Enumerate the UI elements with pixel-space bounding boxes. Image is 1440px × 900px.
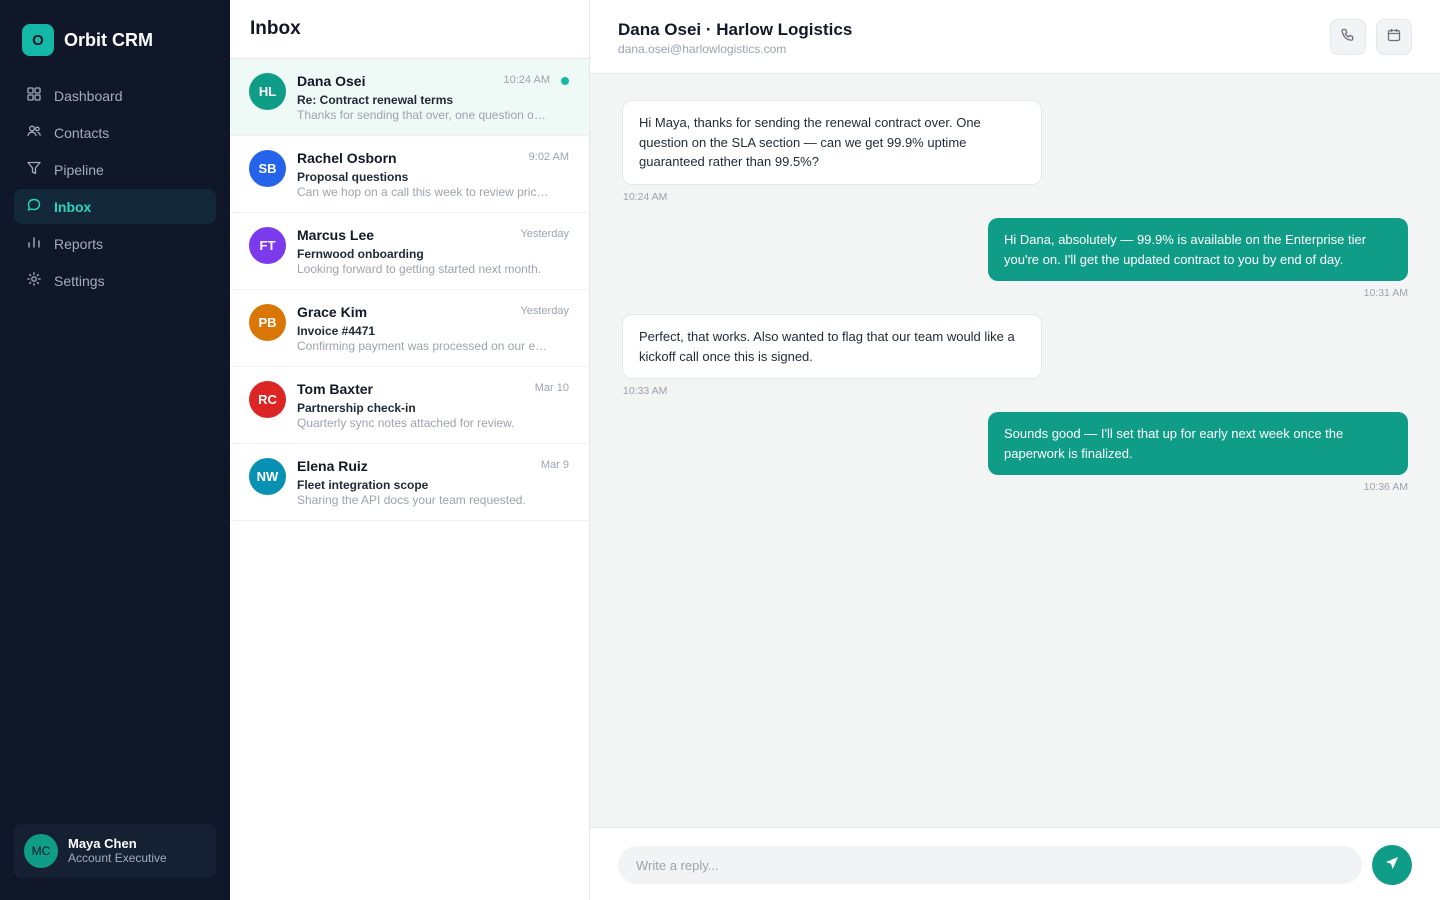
chat-header: Dana Osei · Harlow Logistics dana.osei@h… bbox=[590, 0, 1440, 74]
inbox-header: Inbox bbox=[230, 0, 589, 59]
conversation-item[interactable]: NW Elena Ruiz Mar 9 Fleet integration sc… bbox=[230, 444, 589, 521]
user-info: Maya Chen Account Executive bbox=[68, 836, 167, 866]
sidebar: O Orbit CRM Dashboard Contacts Pipeline … bbox=[0, 0, 230, 900]
phone-icon bbox=[1340, 27, 1356, 48]
sidebar-item-label: Contacts bbox=[54, 124, 110, 141]
conversation-time: Yesterday bbox=[520, 305, 569, 317]
chat-title: Dana Osei · Harlow Logistics bbox=[618, 20, 853, 39]
conversation-item[interactable]: FT Marcus Lee Yesterday Fernwood onboard… bbox=[230, 213, 589, 290]
conversation-preview: Can we hop on a call this week to review… bbox=[297, 185, 549, 199]
avatar: HL bbox=[249, 73, 286, 110]
conversation-item[interactable]: RC Tom Baxter Mar 10 Partnership check-i… bbox=[230, 367, 589, 444]
page-title: Inbox bbox=[250, 18, 301, 39]
sidebar-item-reports[interactable]: Reports bbox=[14, 226, 216, 261]
conversation-item[interactable]: PB Grace Kim Yesterday Invoice #4471 Con… bbox=[230, 290, 589, 367]
message-time: 10:31 AM bbox=[1363, 287, 1408, 299]
users-icon bbox=[26, 123, 42, 142]
send-button[interactable] bbox=[1372, 845, 1412, 885]
avatar: SB bbox=[249, 150, 286, 187]
call-button[interactable] bbox=[1330, 19, 1366, 55]
unread-indicator bbox=[561, 77, 569, 85]
funnel-icon bbox=[26, 160, 42, 179]
sidebar-item-label: Dashboard bbox=[54, 87, 123, 104]
message-time: 10:33 AM bbox=[623, 385, 668, 397]
sidebar-item-dashboard[interactable]: Dashboard bbox=[14, 78, 216, 113]
avatar: MC bbox=[24, 834, 58, 868]
sidebar-item-contacts[interactable]: Contacts bbox=[14, 115, 216, 150]
sidebar-item-pipeline[interactable]: Pipeline bbox=[14, 152, 216, 187]
conversation-item[interactable]: HL Dana Osei 10:24 AM Re: Contract renew… bbox=[230, 59, 589, 136]
conversation-name: Elena Ruiz bbox=[297, 458, 368, 474]
reply-input[interactable] bbox=[618, 846, 1362, 884]
sidebar-nav: Dashboard Contacts Pipeline Inbox Report… bbox=[14, 78, 216, 300]
user-name: Maya Chen bbox=[68, 836, 137, 851]
sidebar-item-label: Settings bbox=[54, 272, 105, 289]
conversation-preview: Confirming payment was processed on our … bbox=[297, 339, 549, 353]
grid-icon bbox=[26, 86, 42, 105]
message-bubble-incoming: Hi Maya, thanks for sending the renewal … bbox=[622, 100, 1042, 185]
avatar: PB bbox=[249, 304, 286, 341]
user-card[interactable]: MC Maya Chen Account Executive bbox=[14, 824, 216, 878]
avatar: FT bbox=[249, 227, 286, 264]
contact-email[interactable]: dana.osei@harlowlogistics.com bbox=[618, 42, 786, 56]
brand-logo: O bbox=[22, 24, 54, 56]
conversation-subject: Re: Contract renewal terms bbox=[297, 93, 454, 107]
conversation-preview: Looking forward to getting started next … bbox=[297, 262, 542, 276]
conversation-list-panel: Inbox HL Dana Osei 10:24 AM Re: Contract… bbox=[230, 0, 590, 900]
sidebar-item-label: Reports bbox=[54, 235, 104, 252]
conversation-time: 9:02 AM bbox=[528, 151, 569, 163]
conversation-preview: Quarterly sync notes attached for review… bbox=[297, 416, 515, 430]
conversation-time: 10:24 AM bbox=[503, 74, 550, 86]
sidebar-item-label: Inbox bbox=[54, 198, 92, 215]
conversation-name: Dana Osei bbox=[297, 73, 366, 89]
sidebar-item-inbox[interactable]: Inbox bbox=[14, 189, 216, 224]
conversation-time: Mar 9 bbox=[540, 459, 569, 471]
gear-icon bbox=[26, 271, 42, 290]
conversation-subject: Proposal questions bbox=[297, 170, 409, 184]
reply-composer bbox=[590, 827, 1440, 900]
conversation-name: Tom Baxter bbox=[297, 381, 373, 397]
avatar: NW bbox=[249, 458, 286, 495]
conversation-subject: Partnership check-in bbox=[297, 401, 416, 415]
calendar-icon bbox=[1386, 27, 1402, 48]
conversation-time: Yesterday bbox=[520, 228, 569, 240]
bar-chart-icon bbox=[26, 234, 42, 253]
conversation-name: Grace Kim bbox=[297, 304, 368, 320]
chat-bubble-icon bbox=[26, 197, 42, 216]
sidebar-item-label: Pipeline bbox=[54, 161, 104, 178]
conversation-name: Marcus Lee bbox=[297, 227, 375, 243]
conversation-subject: Invoice #4471 bbox=[297, 324, 376, 338]
sidebar-item-settings[interactable]: Settings bbox=[14, 263, 216, 298]
conversation-name: Rachel Osborn bbox=[297, 150, 397, 166]
message-bubble-outgoing: Sounds good — I'll set that up for early… bbox=[988, 412, 1408, 475]
schedule-button[interactable] bbox=[1376, 19, 1412, 55]
message-time: 10:36 AM bbox=[1363, 481, 1408, 493]
avatar: RC bbox=[249, 381, 286, 418]
message-time: 10:24 AM bbox=[623, 191, 668, 203]
conversation-subject: Fernwood onboarding bbox=[297, 247, 424, 261]
chat-panel: Dana Osei · Harlow Logistics dana.osei@h… bbox=[590, 0, 1440, 900]
conversation-item[interactable]: SB Rachel Osborn 9:02 AM Proposal questi… bbox=[230, 136, 589, 213]
conversation-time: Mar 10 bbox=[534, 382, 569, 394]
conversation-subject: Fleet integration scope bbox=[297, 478, 429, 492]
conversation-preview: Thanks for sending that over, one questi… bbox=[297, 108, 549, 122]
user-role: Account Executive bbox=[68, 851, 167, 865]
app-name: Orbit CRM bbox=[64, 29, 153, 50]
brand[interactable]: O Orbit CRM bbox=[22, 24, 153, 56]
message-bubble-incoming: Perfect, that works. Also wanted to flag… bbox=[622, 314, 1042, 379]
message-bubble-outgoing: Hi Dana, absolutely — 99.9% is available… bbox=[988, 218, 1408, 281]
conversation-preview: Sharing the API docs your team requested… bbox=[297, 493, 526, 507]
send-icon bbox=[1385, 856, 1399, 875]
